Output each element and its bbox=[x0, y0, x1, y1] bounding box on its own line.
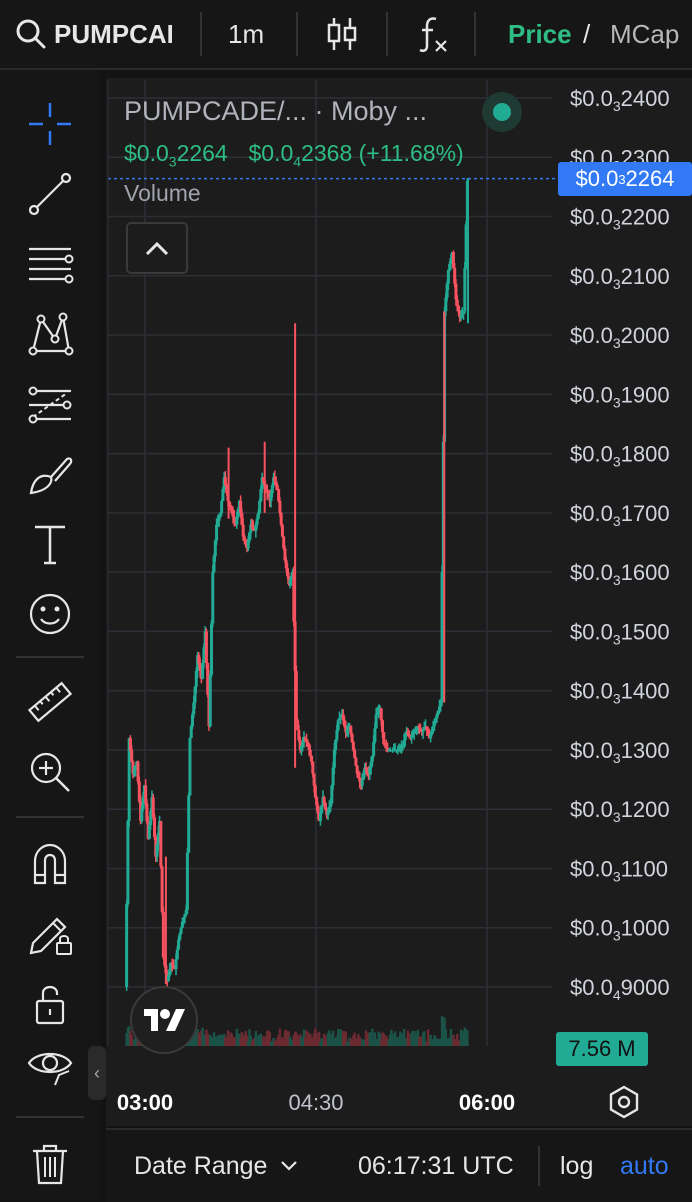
candle-body bbox=[130, 749, 134, 762]
candle-body bbox=[211, 572, 215, 624]
candle-body bbox=[312, 773, 316, 786]
candle-body bbox=[310, 755, 314, 762]
candle-body bbox=[258, 501, 262, 513]
candle-body bbox=[324, 803, 327, 810]
candle-body bbox=[188, 738, 192, 796]
date-range-button[interactable]: Date Range bbox=[134, 1130, 299, 1202]
remove-drawings-tool[interactable] bbox=[22, 1136, 78, 1192]
candle-body bbox=[210, 623, 213, 675]
candle-body bbox=[179, 927, 183, 934]
trash-icon bbox=[33, 1144, 67, 1185]
candle-body bbox=[320, 805, 324, 814]
candle-body bbox=[440, 572, 444, 703]
collapse-legend-button[interactable] bbox=[126, 222, 188, 274]
price-axis-label: $0.031600 bbox=[570, 560, 670, 588]
legend-symbol[interactable]: PUMPCADE/... · Moby ... bbox=[124, 96, 427, 127]
price-axis-label: $0.031200 bbox=[570, 797, 670, 825]
price-axis-label: $0.031800 bbox=[570, 442, 670, 470]
candle-body bbox=[125, 904, 129, 987]
legend-change: $0.042368 (+11.68%) bbox=[248, 140, 464, 170]
price-axis-label: $0.031400 bbox=[570, 679, 670, 707]
candle-body bbox=[153, 817, 156, 837]
toolbar-collapse-button[interactable]: ‹ bbox=[88, 1046, 106, 1100]
candle-body bbox=[215, 524, 219, 541]
chart-settings-button[interactable] bbox=[606, 1084, 642, 1120]
candle-body bbox=[373, 728, 377, 743]
candle-body bbox=[336, 720, 340, 731]
candle-body bbox=[160, 866, 164, 912]
candle-body bbox=[463, 267, 467, 312]
log-scale-toggle[interactable]: log bbox=[560, 1130, 593, 1202]
candle-body bbox=[185, 852, 189, 910]
candle-body bbox=[278, 501, 282, 513]
chevron-down-icon bbox=[281, 1161, 298, 1171]
date-range-label: Date Range bbox=[134, 1151, 268, 1180]
volume-tag: 7.56 M bbox=[556, 1032, 648, 1066]
time-axis-label: 06:00 bbox=[459, 1090, 515, 1115]
time-axis[interactable]: 03:00 04:30 06:00 bbox=[117, 1090, 515, 1115]
candle-body bbox=[455, 299, 459, 306]
price-axis-label: $0.032000 bbox=[570, 323, 670, 351]
legend-price: $0.032264 bbox=[124, 140, 228, 170]
price-axis-label: $0.032100 bbox=[570, 264, 670, 292]
price-axis-label: $0.031000 bbox=[570, 916, 670, 944]
volume-bar bbox=[466, 1030, 469, 1046]
price-axis-label: $0.031700 bbox=[570, 501, 670, 529]
chevron-up-icon bbox=[145, 241, 169, 256]
utc-clock[interactable]: 06:17:31 UTC bbox=[358, 1130, 514, 1202]
candle-body bbox=[374, 714, 378, 729]
candle-body bbox=[313, 785, 317, 798]
time-axis-label: 04:30 bbox=[288, 1090, 343, 1115]
price-axis-label: $0.031300 bbox=[570, 738, 670, 766]
candle-body bbox=[360, 779, 364, 786]
price-axis-label: $0.031900 bbox=[570, 382, 670, 410]
legend-price-row: $0.032264 $0.042368 (+11.68%) bbox=[124, 140, 464, 170]
candle-body bbox=[379, 708, 383, 721]
candle-body bbox=[311, 761, 315, 774]
price-axis-label: $0.032200 bbox=[570, 205, 670, 233]
candle-body bbox=[382, 732, 386, 745]
candle-body bbox=[208, 674, 212, 727]
separator bbox=[538, 1146, 540, 1186]
time-axis-label: 03:00 bbox=[117, 1090, 173, 1115]
candle-body bbox=[161, 911, 165, 958]
candle-body bbox=[280, 524, 284, 537]
volume-label: Volume bbox=[124, 180, 201, 206]
candle-body bbox=[421, 730, 425, 733]
price-axis[interactable]: $0.032400$0.032300$0.032200$0.032100$0.0… bbox=[570, 86, 670, 1003]
candle-body bbox=[403, 736, 407, 741]
candle-body bbox=[187, 795, 191, 853]
candle-body bbox=[354, 757, 358, 766]
price-axis-label: $0.032400 bbox=[570, 86, 670, 114]
candle-body bbox=[316, 805, 320, 814]
price-axis-label: $0.049000 bbox=[570, 975, 670, 1003]
candle-body bbox=[159, 821, 163, 867]
chevron-left-icon: ‹ bbox=[94, 1062, 100, 1083]
bottom-toolbar: Date Range 06:17:31 UTC log auto bbox=[106, 1128, 692, 1202]
current-price-tag: $0.0 3 2264 bbox=[558, 162, 692, 196]
candle-body bbox=[446, 269, 450, 284]
tradingview-icon bbox=[144, 1009, 185, 1031]
tradingview-logo[interactable] bbox=[130, 986, 198, 1054]
candle-body bbox=[175, 949, 179, 960]
candle-body bbox=[308, 749, 312, 756]
price-axis-label: $0.031100 bbox=[570, 856, 668, 884]
candle-body bbox=[322, 797, 326, 804]
auto-scale-toggle[interactable]: auto bbox=[620, 1130, 669, 1202]
status-dot bbox=[482, 92, 522, 132]
candle-body bbox=[204, 631, 208, 664]
candle-body bbox=[279, 512, 283, 525]
hexagon-settings-icon bbox=[609, 1085, 639, 1119]
candle-body bbox=[275, 485, 279, 490]
price-axis-label: $0.031500 bbox=[570, 619, 670, 647]
candle-body bbox=[381, 720, 384, 733]
candle-body bbox=[126, 821, 130, 905]
candle-body bbox=[174, 959, 178, 970]
candle-body bbox=[220, 501, 224, 513]
candle-body bbox=[372, 742, 376, 756]
